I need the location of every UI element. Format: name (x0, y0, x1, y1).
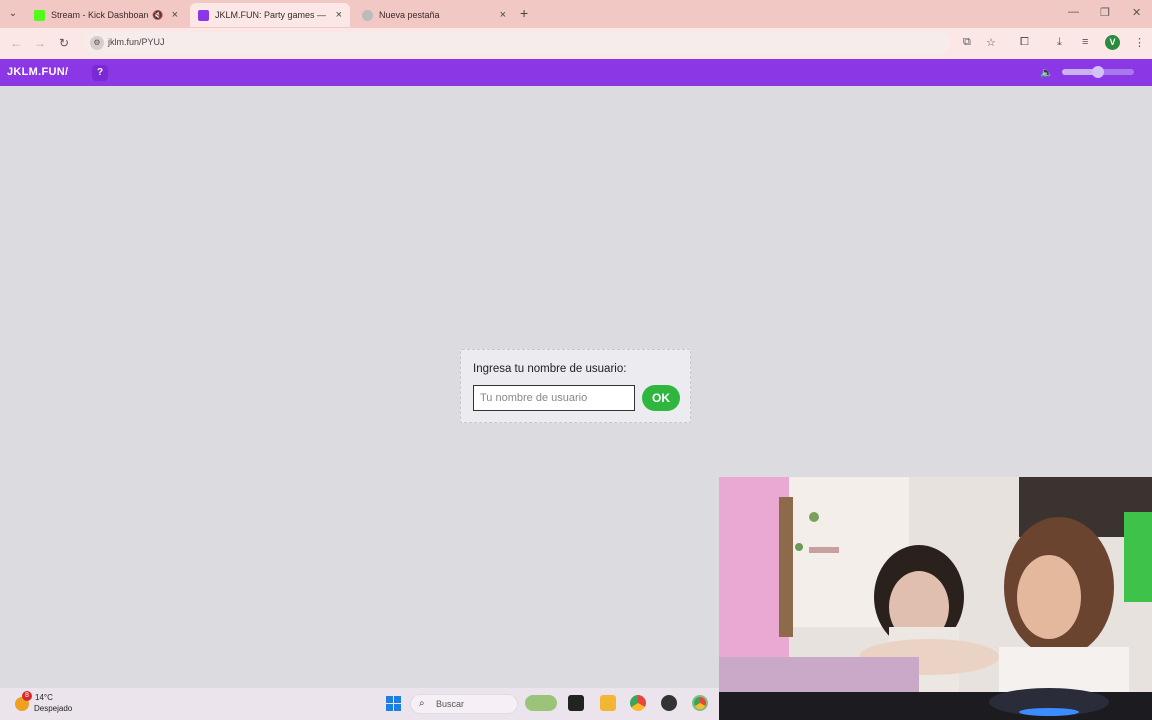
file-explorer-icon[interactable] (600, 695, 616, 711)
restore-icon[interactable]: ❐ (1100, 6, 1110, 19)
tab-kick-dashboard[interactable]: Stream - Kick Dashboard 🔇 × (26, 3, 186, 27)
username-dialog: Ingresa tu nombre de usuario: OK (460, 349, 691, 423)
tab-new-tab[interactable]: Nueva pestaña × (354, 3, 514, 27)
site-info-icon[interactable]: ⚙ (90, 36, 104, 50)
tab-title: Stream - Kick Dashboard (51, 10, 149, 20)
bookmark-star-icon[interactable]: ☆ (986, 36, 996, 49)
close-window-icon[interactable]: ✕ (1132, 6, 1141, 19)
weather-temperature[interactable]: 14°C (35, 693, 53, 702)
tab-jklm-fun[interactable]: JKLM.FUN: Party games — PC & × (190, 3, 350, 27)
back-arrow-icon[interactable]: ← (10, 36, 22, 50)
username-prompt: Ingresa tu nombre de usuario: (473, 363, 627, 375)
extensions-icon[interactable]: ⧠ (1020, 36, 1029, 49)
webcam-video-image (719, 477, 1152, 720)
tab-search-chevron-icon[interactable]: ⌄ (5, 6, 21, 22)
webcam-overlay (719, 477, 1152, 720)
tab-title: Nueva pestaña (379, 10, 440, 20)
help-button[interactable]: ? (92, 65, 108, 81)
forward-arrow-icon[interactable]: → (34, 36, 46, 50)
reload-icon[interactable]: ↻ (59, 36, 69, 50)
jklm-favicon-icon (198, 9, 209, 21)
site-logo[interactable]: JKLM.FUN/ (7, 66, 68, 78)
kick-favicon-icon (34, 9, 45, 21)
browser-toolbar: ← → ↻ ⚙ jklm.fun/PYUJ ⧉ ☆ ⧠ ⤓ ≡ V ⋮ (0, 28, 1152, 59)
taskbar-search-label: Buscar (436, 699, 465, 709)
taskbar-search[interactable]: ⌕ Buscar (410, 694, 518, 714)
obs-app-icon[interactable] (661, 695, 677, 711)
address-bar[interactable]: ⚙ jklm.fun/PYUJ (84, 32, 950, 54)
profile-avatar[interactable]: V (1105, 35, 1120, 50)
volume-speaker-icon[interactable]: 🔈 (1040, 66, 1054, 79)
task-view-icon[interactable] (568, 695, 584, 711)
widgets-icon[interactable] (525, 695, 557, 711)
chrome-profile-icon[interactable] (692, 695, 708, 711)
weather-notification-badge: 8 (22, 691, 32, 701)
tab-muted-speaker-icon[interactable]: 🔇 (152, 10, 163, 21)
tab-title: JKLM.FUN: Party games — PC & (215, 10, 328, 20)
ok-button[interactable]: OK (642, 385, 680, 411)
volume-slider[interactable] (1062, 66, 1134, 78)
site-header: JKLM.FUN/ ? 🔈 (0, 59, 1152, 86)
search-icon: ⌕ (419, 698, 425, 709)
new-tab-plus-icon[interactable]: + (520, 5, 528, 21)
chrome-icon[interactable] (630, 695, 646, 711)
tab-close-icon[interactable]: × (500, 9, 506, 21)
install-app-icon[interactable]: ⧉ (963, 36, 971, 49)
browser-menu-icon[interactable]: ⋮ (1134, 36, 1145, 49)
volume-slider-knob[interactable] (1092, 66, 1104, 78)
media-controls-icon[interactable]: ≡ (1082, 36, 1088, 48)
new-tab-favicon-icon (362, 9, 373, 21)
tab-close-icon[interactable]: × (172, 9, 178, 21)
tab-close-icon[interactable]: × (336, 9, 342, 21)
browser-tab-strip: ⌄ Stream - Kick Dashboard 🔇 × JKLM.FUN: … (0, 0, 1152, 28)
minimize-icon[interactable]: — (1068, 6, 1079, 18)
address-url: jklm.fun/PYUJ (108, 37, 165, 47)
downloads-icon[interactable]: ⤓ (1057, 36, 1062, 49)
username-input[interactable] (473, 385, 635, 411)
weather-condition[interactable]: Despejado (34, 704, 72, 713)
windows-start-icon[interactable] (386, 696, 401, 711)
